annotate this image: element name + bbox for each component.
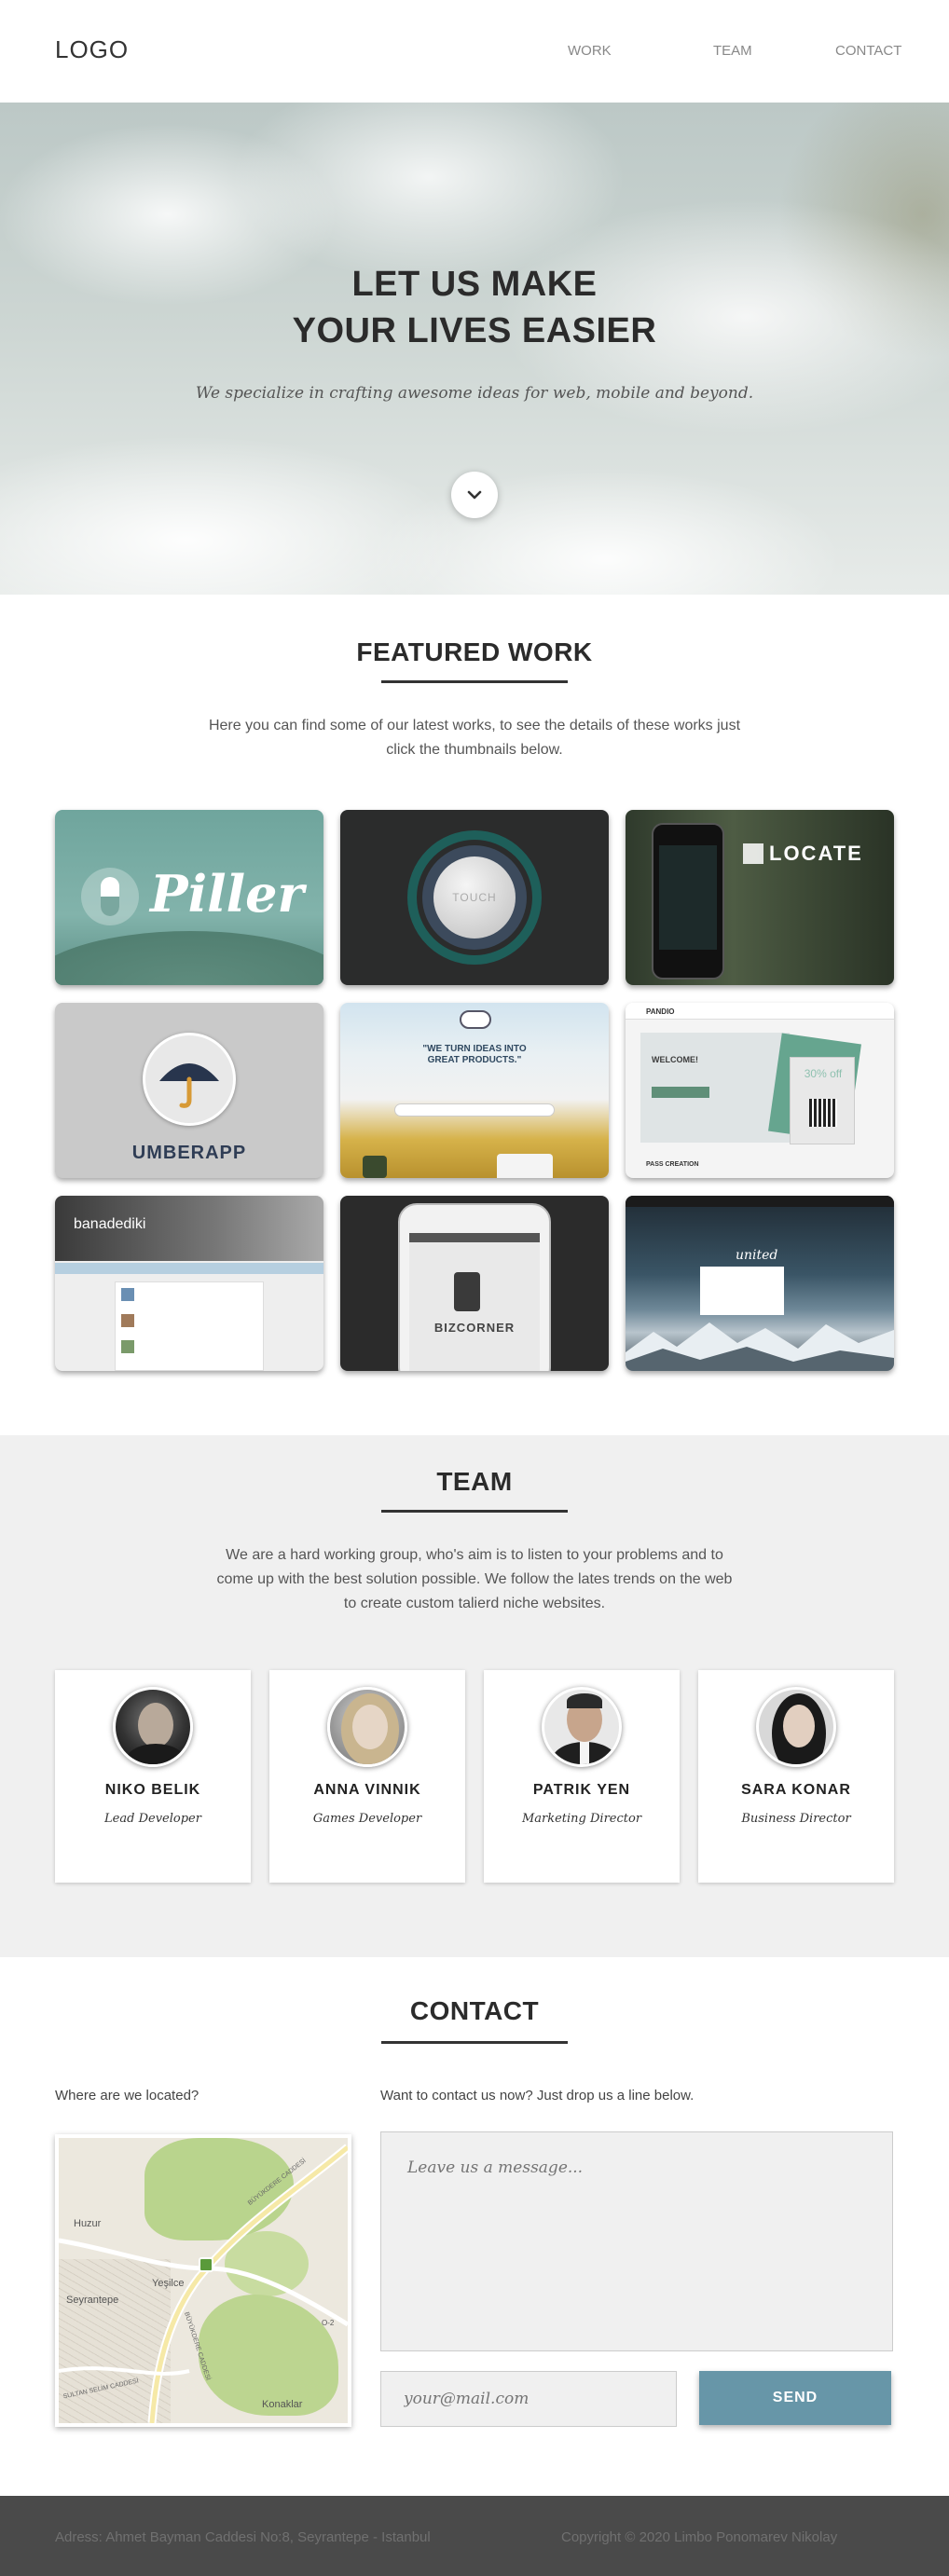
avatar xyxy=(113,1687,193,1767)
pandio-page-heading: PASS CREATION xyxy=(646,1161,699,1168)
ideas-headline: "WE TURN IDEAS INTO GREAT PRODUCTS." xyxy=(422,1044,527,1065)
hero-title-line2: YOUR LIVES EASIER xyxy=(292,311,657,350)
member-name: NIKO BELIK xyxy=(104,1782,201,1798)
work-thumb-locate[interactable]: LOCATE xyxy=(626,810,894,985)
footer-copyright: Copyright © 2020 Limbo Ponomarev Nikolay xyxy=(561,2529,838,2545)
work-thumb-piller[interactable]: Piller xyxy=(55,810,323,985)
work-thumb-bizcorner[interactable]: BIZCORNER xyxy=(340,1196,609,1371)
nav-contact-link[interactable]: CONTACT xyxy=(835,43,901,59)
send-button[interactable]: SEND xyxy=(699,2371,891,2425)
contact-title: CONTACT xyxy=(409,1996,540,2025)
pandio-sale: 30% off xyxy=(804,1067,843,1080)
map-roads xyxy=(59,2144,348,2423)
team-description: We are a hard working group, who's aim i… xyxy=(216,1547,733,1611)
team-title: TEAM xyxy=(436,1467,513,1496)
message-textarea[interactable] xyxy=(380,2131,893,2351)
qr-code-icon xyxy=(809,1099,837,1127)
map-label-seyrantepe: Seyrantepe xyxy=(66,2295,119,2306)
united-mountains xyxy=(626,1322,894,1371)
map-marker-icon[interactable] xyxy=(199,2257,213,2272)
member-role: Games Developer xyxy=(312,1812,422,1826)
member-role: Marketing Director xyxy=(521,1812,642,1826)
map-canvas: Huzur Yeşilce Seyrantepe Konaklar O-2 BÜ… xyxy=(59,2138,348,2423)
piller-wordmark: Piller xyxy=(150,864,304,924)
member-name: PATRIK YEN xyxy=(532,1782,631,1798)
site-footer: Adress: Ahmet Bayman Caddesi No:8, Seyra… xyxy=(0,2496,949,2576)
pandio-logo: PANDIO xyxy=(646,1007,675,1016)
pandio-cta xyxy=(652,1087,709,1098)
message-label: Want to contact us now? Just drop us a l… xyxy=(380,2088,695,2103)
footer-address: Adress: Ahmet Bayman Caddesi No:8, Seyra… xyxy=(55,2529,431,2545)
pandio-welcome: WELCOME! xyxy=(652,1055,698,1064)
locate-wordmark: LOCATE xyxy=(769,842,863,865)
team-card-anna[interactable]: ANNA VINNIK Games Developer xyxy=(269,1670,465,1883)
united-topbar xyxy=(626,1196,894,1207)
banade-tabbar xyxy=(55,1263,323,1274)
tie-icon xyxy=(454,1272,480,1311)
locate-phone xyxy=(652,823,724,980)
email-input[interactable] xyxy=(380,2371,677,2427)
work-thumb-touch[interactable]: TOUCH xyxy=(340,810,609,985)
bizcorner-phone: BIZCORNER xyxy=(398,1203,551,1371)
ideas-nav-bar xyxy=(394,1103,555,1117)
nav-work-link[interactable]: WORK xyxy=(568,43,612,59)
map-label-yesilce: Yeşilce xyxy=(152,2278,185,2289)
hero-title-line1: LET US MAKE xyxy=(351,265,598,304)
bizcorner-wordmark: BIZCORNER xyxy=(433,1321,516,1335)
hero-subtitle: We specialize in crafting awesome ideas … xyxy=(195,384,754,403)
team-title-rule xyxy=(381,1510,568,1513)
chevron-down-icon xyxy=(467,490,482,500)
map-label-huzur: Huzur xyxy=(74,2218,102,2229)
logo[interactable]: LOGO xyxy=(55,35,129,64)
nav-team-link[interactable]: TEAM xyxy=(713,43,752,59)
work-thumb-umberapp[interactable]: UMBERAPP xyxy=(55,1003,323,1178)
avatar xyxy=(327,1687,407,1767)
touch-button-label: TOUCH xyxy=(433,856,516,939)
pandio-coupon: 30% off xyxy=(790,1057,855,1144)
banade-logo: banadediki xyxy=(74,1216,146,1232)
contact-title-rule xyxy=(381,2041,568,2044)
ideas-device xyxy=(497,1154,553,1178)
member-role: Business Director xyxy=(741,1812,851,1826)
avatar xyxy=(756,1687,836,1767)
avatar xyxy=(542,1687,622,1767)
team-card-patrik[interactable]: PATRIK YEN Marketing Director xyxy=(484,1670,680,1883)
work-title-rule xyxy=(381,680,568,683)
umbrella-icon xyxy=(159,1063,219,1108)
team-card-sara[interactable]: SARA KONAR Business Director xyxy=(698,1670,894,1883)
piller-hill xyxy=(55,931,323,985)
location-label: Where are we located? xyxy=(55,2088,199,2103)
site-header: LOGO WORK TEAM CONTACT xyxy=(0,0,949,103)
banade-feed xyxy=(115,1281,264,1371)
hero-section: LET US MAKE YOUR LIVES EASIER We special… xyxy=(0,103,949,595)
member-name: ANNA VINNIK xyxy=(313,1782,421,1798)
scroll-down-button[interactable] xyxy=(451,472,498,518)
work-thumb-ideas[interactable]: "WE TURN IDEAS INTO GREAT PRODUCTS." xyxy=(340,1003,609,1178)
united-form xyxy=(700,1267,784,1315)
work-thumb-united[interactable]: united xyxy=(626,1196,894,1371)
umberapp-badge xyxy=(143,1033,236,1126)
umberapp-wordmark: UMBERAPP xyxy=(131,1143,247,1163)
work-thumb-pandio[interactable]: PANDIO WELCOME! 30% off PASS CREATION xyxy=(626,1003,894,1178)
piller-pill-icon xyxy=(81,868,139,925)
location-map[interactable]: Huzur Yeşilce Seyrantepe Konaklar O-2 BÜ… xyxy=(55,2134,351,2427)
ideas-leaf-icon xyxy=(363,1156,387,1178)
map-label-konaklar: Konaklar xyxy=(262,2399,303,2410)
member-role: Lead Developer xyxy=(104,1812,201,1826)
work-thumb-banade[interactable]: banadediki xyxy=(55,1196,323,1371)
ideas-cloud-icon xyxy=(460,1010,491,1029)
work-title: FEATURED WORK xyxy=(356,637,593,666)
united-wordmark: united xyxy=(736,1248,778,1263)
member-name: SARA KONAR xyxy=(741,1782,851,1798)
work-description: Here you can find some of our latest wor… xyxy=(208,718,741,758)
team-card-niko[interactable]: NIKO BELIK Lead Developer xyxy=(55,1670,251,1883)
hero-title: LET US MAKE YOUR LIVES EASIER xyxy=(0,261,949,354)
map-label-o2: O-2 xyxy=(322,2319,335,2327)
locate-logo-box xyxy=(743,843,763,864)
